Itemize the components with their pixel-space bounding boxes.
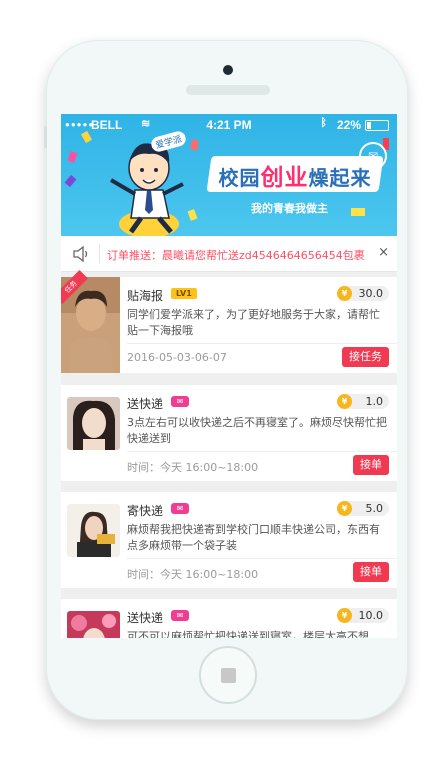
level-label: LV1 bbox=[176, 289, 192, 298]
earpiece-speaker bbox=[186, 85, 270, 95]
price-value: 5.0 bbox=[365, 502, 384, 515]
price-badge: ¥ 5.0 bbox=[337, 501, 389, 516]
task-time: 时间：今天 16:00~18:00 bbox=[127, 461, 259, 474]
home-button[interactable] bbox=[199, 646, 257, 704]
battery-percent: 22% bbox=[336, 118, 361, 132]
task-time: 2016-05-03-06-07 bbox=[127, 351, 227, 364]
price-badge: ¥ 30.0 bbox=[337, 286, 389, 301]
accept-order-button[interactable]: 接单 bbox=[353, 562, 389, 582]
notice-divider bbox=[99, 244, 100, 264]
task-title: 贴海报 bbox=[127, 289, 164, 303]
phone-side-button bbox=[44, 126, 47, 148]
price-value: 1.0 bbox=[365, 395, 384, 408]
task-title: 寄快递 bbox=[127, 504, 164, 518]
task-card[interactable]: 送快递 ✉ ¥ 10.0 可不可以麻烦帮忙把快递送到寝室，楼层太高不想 bbox=[61, 599, 397, 638]
price-badge: ¥ 1.0 bbox=[337, 394, 389, 409]
avatar bbox=[67, 504, 120, 557]
price-badge: ¥ 10.0 bbox=[337, 608, 389, 623]
cartoon-student-illustration bbox=[109, 143, 184, 236]
close-icon[interactable]: × bbox=[378, 245, 389, 260]
avatar bbox=[67, 397, 120, 450]
level-badge: LV1 bbox=[171, 288, 197, 299]
task-description: 3点左右可以收快递之后不再寝室了。麻烦尽快帮忙把快递送到 bbox=[127, 416, 387, 445]
task-card[interactable]: 寄快递 ✉ ¥ 5.0 麻烦帮我把快递寄到学校门口顺丰快递公司，东西有点多麻烦带… bbox=[61, 492, 397, 588]
card-divider bbox=[127, 343, 397, 344]
card-divider bbox=[127, 451, 397, 452]
headline-highlight: 创业 bbox=[260, 165, 309, 191]
avatar-photo bbox=[67, 611, 120, 638]
accept-order-button[interactable]: 接单 bbox=[353, 455, 389, 475]
coin-icon: ¥ bbox=[337, 394, 352, 409]
coin-icon: ¥ bbox=[337, 608, 352, 623]
order-notice-bar[interactable]: 订单推送：晨曦请您帮忙送zd454646465645​4包裹 × bbox=[61, 236, 397, 272]
task-description: 麻烦帮我把快递寄到学校门口顺丰快递公司，东西有点多麻烦带一个袋子装 bbox=[127, 523, 380, 552]
battery-level-fill bbox=[367, 122, 371, 129]
price-value: 10.0 bbox=[358, 609, 384, 622]
banner-headline: 校园创业燥起来 bbox=[209, 158, 381, 192]
chat-tag-icon: ✉ bbox=[171, 610, 189, 621]
status-bar: ●●●●● BELL ≋ 4:21 PM ᛒ 22% bbox=[61, 114, 397, 132]
task-description: 可不可以麻烦帮忙把快递送到寝室，楼层太高不想 bbox=[127, 630, 369, 638]
task-description: 同学们爱学派来了，为了更好地服务于大家，请帮忙贴一下海报哦 bbox=[127, 308, 380, 337]
speaker-icon bbox=[73, 245, 88, 263]
avatar-photo bbox=[67, 504, 120, 557]
coin-icon: ¥ bbox=[337, 286, 352, 301]
avatar-photo bbox=[67, 397, 120, 450]
avatar bbox=[67, 611, 120, 638]
battery-icon bbox=[365, 120, 389, 131]
notice-text: 订单推送：晨曦请您帮忙送zd454646465645​4包裹 bbox=[107, 249, 365, 262]
promo-banner[interactable]: ●●●●● BELL ≋ 4:21 PM ᛒ 22% 爱学派 校园创业燥起来 我… bbox=[61, 114, 397, 236]
chat-tag-icon: ✉ bbox=[171, 396, 189, 407]
task-title: 送快递 bbox=[127, 397, 164, 411]
task-time: 时间：今天 16:00~18:00 bbox=[127, 568, 259, 581]
card-divider bbox=[127, 558, 397, 559]
confetti-decoration bbox=[64, 174, 77, 188]
chat-tag-icon: ✉ bbox=[171, 503, 189, 514]
task-title: 送快递 bbox=[127, 611, 164, 625]
bluetooth-icon: ᛒ bbox=[320, 117, 327, 129]
home-square-icon bbox=[221, 668, 236, 683]
task-card[interactable]: 送快递 ✉ ¥ 1.0 3点左右可以收快递之后不再寝室了。麻烦尽快帮忙把快递送到… bbox=[61, 385, 397, 481]
price-value: 30.0 bbox=[358, 287, 384, 300]
banner-slogan: 我的青春我做主 bbox=[251, 202, 328, 215]
app-screen: ●●●●● BELL ≋ 4:21 PM ᛒ 22% 爱学派 校园创业燥起来 我… bbox=[61, 114, 397, 638]
headline-part1: 校园 bbox=[218, 166, 261, 190]
task-card[interactable]: 任务 贴海报 LV1 ¥ 30.0 同学们爱学派来了，为了更好地服务于大家，请帮… bbox=[61, 270, 397, 373]
headline-part2: 燥起来 bbox=[308, 166, 372, 190]
confetti-decoration bbox=[67, 151, 78, 163]
confetti-decoration bbox=[351, 208, 365, 216]
mail-icon[interactable]: ✉ bbox=[359, 142, 387, 170]
front-camera bbox=[223, 65, 233, 75]
accept-task-button[interactable]: 接任务 bbox=[342, 347, 389, 367]
coin-icon: ¥ bbox=[337, 501, 352, 516]
